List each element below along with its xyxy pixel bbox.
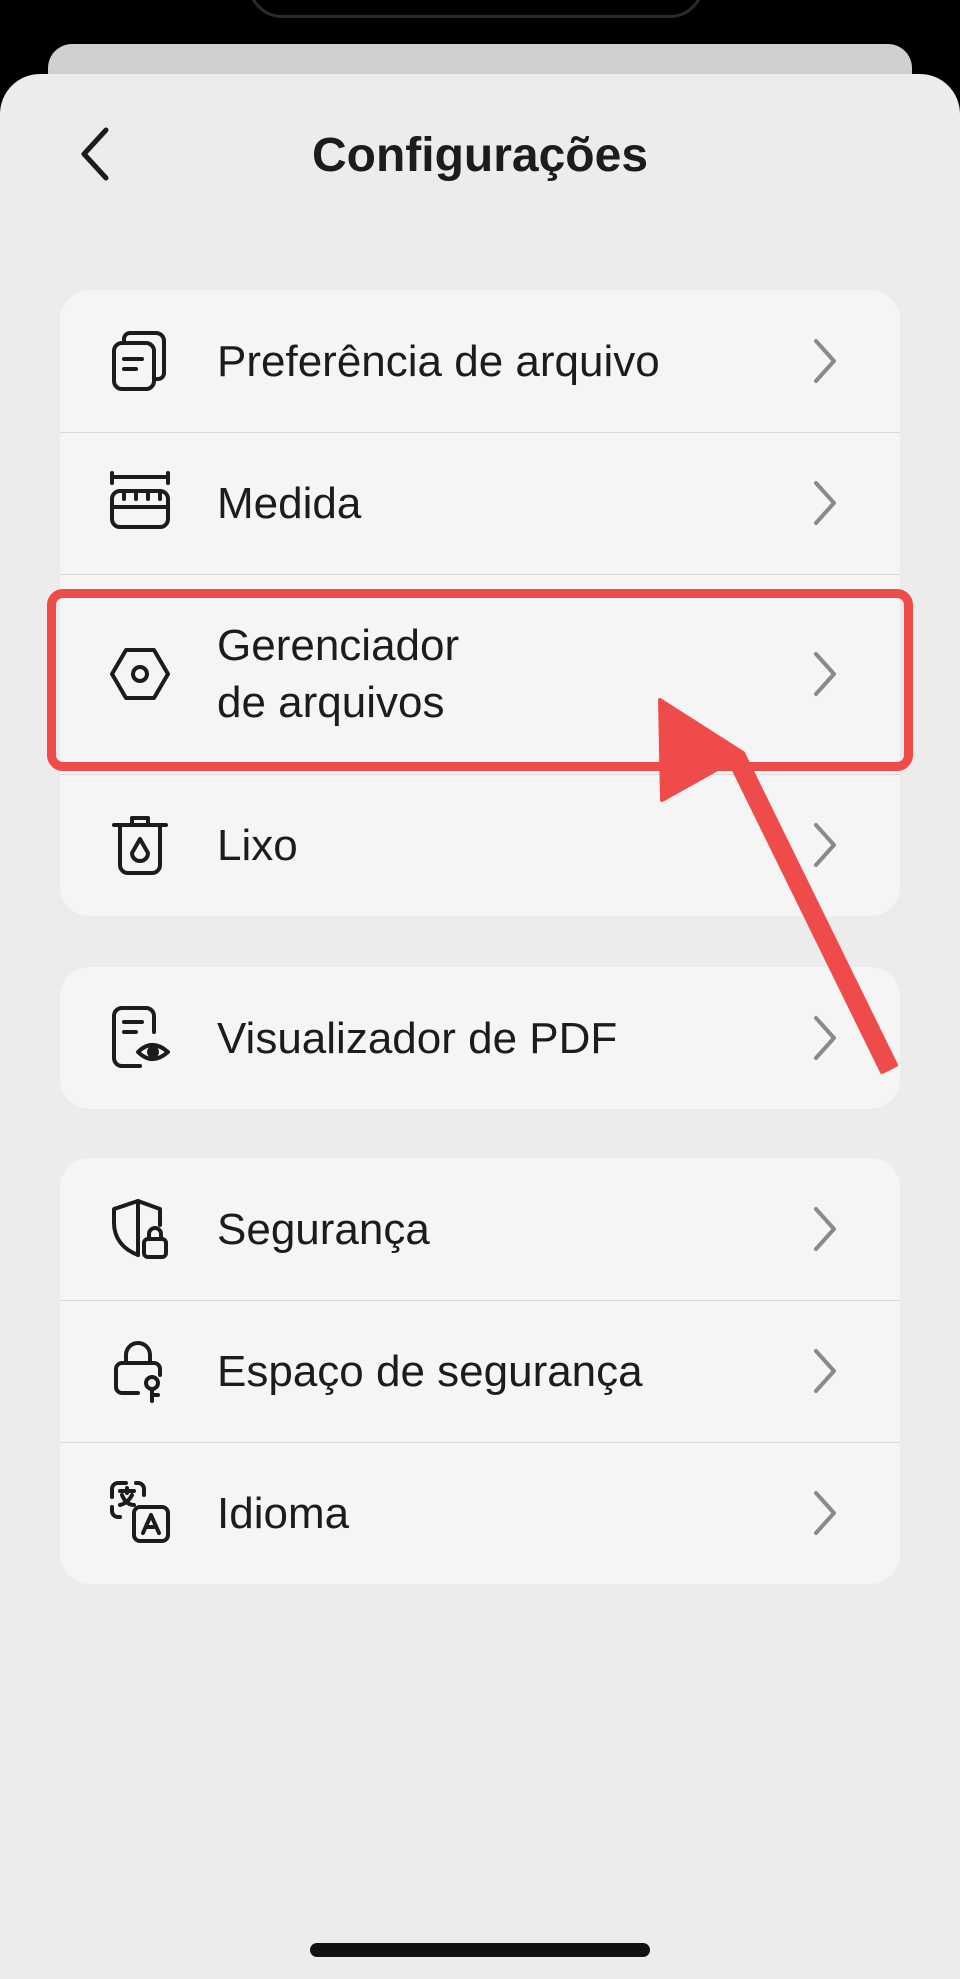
ruler-icon bbox=[108, 471, 172, 535]
chevron-right-icon bbox=[810, 1347, 840, 1395]
chevron-right-icon bbox=[810, 479, 840, 527]
page-title: Configurações bbox=[311, 129, 649, 182]
settings-sheet: Configurações Preferência de arquivo Med… bbox=[0, 74, 960, 1979]
chevron-right-icon bbox=[810, 1205, 840, 1253]
hexagon-gear-icon bbox=[108, 642, 172, 706]
trash-icon bbox=[108, 813, 172, 877]
settings-item-label: Idioma bbox=[217, 1488, 350, 1538]
chevron-right-icon bbox=[810, 337, 840, 385]
settings-item-file-preference[interactable]: Preferência de arquivo bbox=[60, 290, 900, 432]
settings-item-label: Gerenciador de arquivos bbox=[217, 621, 460, 727]
settings-item-label: Lixo bbox=[217, 820, 298, 870]
shield-lock-icon bbox=[108, 1197, 172, 1261]
lock-key-icon bbox=[108, 1339, 172, 1403]
settings-item-pdf-viewer[interactable]: Visualizador de PDF bbox=[60, 967, 900, 1109]
settings-item-label: Preferência de arquivo bbox=[217, 336, 660, 386]
settings-item-file-manager[interactable]: Gerenciador de arquivos bbox=[60, 574, 900, 774]
translate-icon bbox=[108, 1481, 172, 1545]
settings-item-secure-space[interactable]: Espaço de segurança bbox=[60, 1300, 900, 1442]
settings-item-label: Visualizador de PDF bbox=[217, 1013, 618, 1063]
chevron-right-icon bbox=[810, 821, 840, 869]
chevron-right-icon bbox=[810, 650, 840, 698]
settings-item-measure[interactable]: Medida bbox=[60, 432, 900, 574]
settings-group-pdf: Visualizador de PDF bbox=[60, 967, 900, 1109]
settings-item-trash[interactable]: Lixo bbox=[60, 774, 900, 916]
header: Configurações bbox=[0, 74, 960, 244]
document-eye-icon bbox=[108, 1006, 172, 1070]
device-notch bbox=[248, 0, 704, 18]
app-screen: Configurações Preferência de arquivo Med… bbox=[0, 0, 960, 1979]
settings-item-security[interactable]: Segurança bbox=[60, 1158, 900, 1300]
settings-group-security: Segurança Espaço de segurança Idioma bbox=[60, 1158, 900, 1584]
chevron-right-icon bbox=[810, 1489, 840, 1537]
chevron-right-icon bbox=[810, 1014, 840, 1062]
settings-group-files: Preferência de arquivo Medida Gerenciado… bbox=[60, 290, 900, 916]
settings-item-label: Medida bbox=[217, 478, 362, 528]
settings-item-label: Espaço de segurança bbox=[217, 1346, 643, 1396]
settings-item-language[interactable]: Idioma bbox=[60, 1442, 900, 1584]
settings-item-label: Segurança bbox=[217, 1204, 430, 1254]
home-indicator bbox=[310, 1943, 650, 1957]
file-stack-icon bbox=[108, 329, 172, 393]
